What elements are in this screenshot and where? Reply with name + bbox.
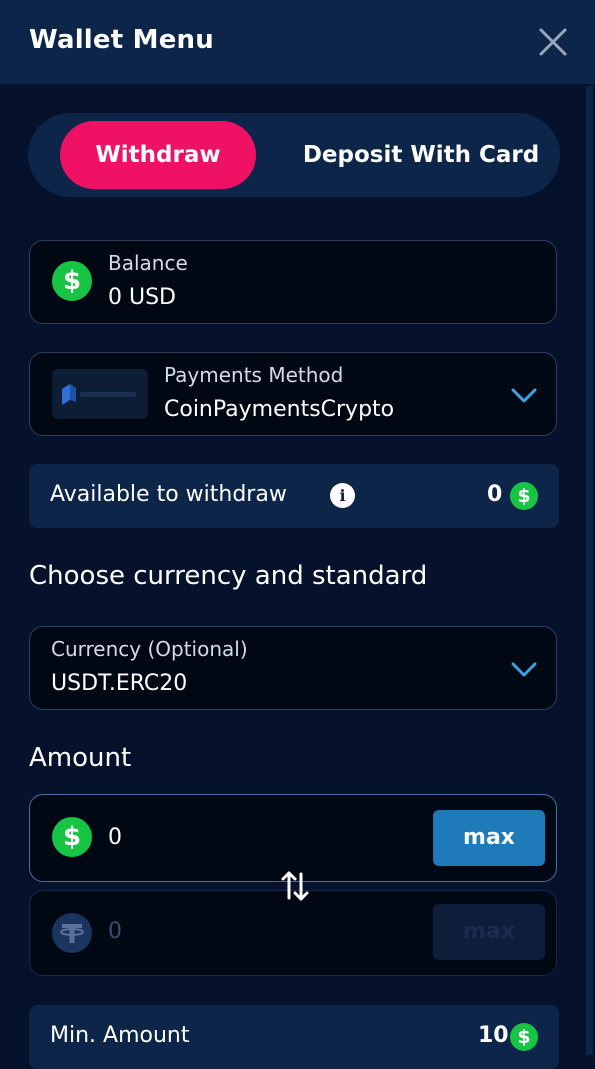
payment-method-select[interactable]: Payments Method CoinPaymentsCrypto: [29, 352, 557, 436]
available-value: 0: [487, 482, 503, 507]
min-amount-value: 10: [478, 1023, 509, 1048]
close-button[interactable]: [535, 24, 571, 60]
choose-currency-heading: Choose currency and standard: [29, 561, 428, 591]
tether-icon: [52, 913, 92, 953]
tab-withdraw[interactable]: Withdraw: [60, 121, 256, 189]
scrollbar[interactable]: [586, 86, 593, 1055]
chevron-down-icon: [511, 388, 537, 403]
page-title: Wallet Menu: [29, 25, 214, 55]
amount-heading: Amount: [29, 743, 132, 773]
balance-card: $ Balance 0 USD: [29, 240, 557, 324]
available-label: Available to withdraw: [50, 482, 287, 507]
dollar-coin-icon: $: [52, 817, 92, 857]
min-amount-row: Min. Amount 10 $: [29, 1005, 559, 1069]
payment-method-label: Payments Method: [164, 363, 344, 387]
currency-select[interactable]: Currency (Optional) USDT.ERC20: [29, 626, 557, 710]
balance-value: 0 USD: [108, 285, 176, 310]
dollar-coin-icon: $: [52, 261, 92, 301]
max-button-disabled[interactable]: max: [433, 904, 545, 960]
coinpayments-logo: [52, 369, 148, 419]
wallet-tabs: Withdraw Deposit With Card: [28, 113, 560, 197]
currency-value: USDT.ERC20: [51, 671, 188, 696]
max-button[interactable]: max: [433, 810, 545, 866]
close-icon: [539, 28, 567, 56]
min-amount-label: Min. Amount: [50, 1023, 190, 1048]
wallet-menu-header: Wallet Menu: [0, 0, 595, 85]
dollar-coin-icon: $: [510, 482, 538, 510]
crypto-amount-input[interactable]: 0: [108, 919, 122, 944]
info-icon[interactable]: i: [330, 483, 355, 508]
dollar-coin-icon: $: [510, 1023, 538, 1051]
tab-deposit-with-card[interactable]: Deposit With Card: [286, 121, 556, 189]
usd-amount-input[interactable]: 0: [108, 825, 122, 850]
balance-label: Balance: [108, 251, 188, 275]
payment-method-value: CoinPaymentsCrypto: [164, 397, 395, 422]
swap-icon[interactable]: [277, 868, 313, 904]
available-to-withdraw-row: Available to withdraw i 0 $: [29, 464, 559, 528]
currency-label: Currency (Optional): [51, 637, 248, 661]
chevron-down-icon: [511, 662, 537, 677]
